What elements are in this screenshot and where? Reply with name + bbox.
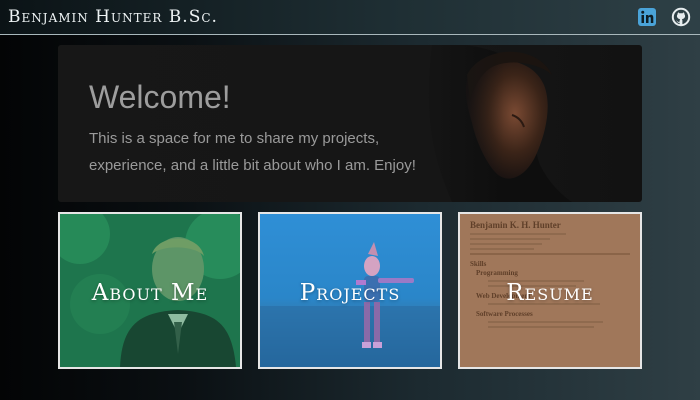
resume-line xyxy=(470,248,534,250)
resume-card[interactable]: Benjamin K. H. Hunter Skills Programming… xyxy=(458,212,642,369)
top-navbar: Benjamin Hunter B.Sc. xyxy=(0,0,700,35)
projects-label: Projects xyxy=(299,280,401,306)
resume-section-heading: Skills xyxy=(470,260,487,268)
about-me-label: About Me xyxy=(91,280,209,306)
hero-title: Welcome! xyxy=(89,79,231,115)
site-brand[interactable]: Benjamin Hunter B.Sc. xyxy=(8,7,218,27)
resume-line xyxy=(488,321,604,323)
resume-line xyxy=(470,243,542,245)
resume-section-heading: Software Processes xyxy=(476,310,533,318)
hero-description: This is a space for me to share my proje… xyxy=(89,130,416,174)
resume-line xyxy=(470,233,566,235)
resume-line xyxy=(470,238,550,240)
resume-section-heading: Programming xyxy=(476,269,518,277)
projects-card[interactable]: Projects xyxy=(258,212,442,369)
about-me-card[interactable]: About Me xyxy=(58,212,242,369)
resume-name: Benjamin K. H. Hunter xyxy=(470,220,561,230)
github-icon[interactable] xyxy=(671,7,691,27)
linkedin-icon[interactable] xyxy=(637,7,657,27)
welcome-hero: Welcome! This is a space for me to share… xyxy=(58,45,642,202)
resume-label: Resume xyxy=(506,280,594,306)
resume-divider xyxy=(470,253,630,255)
resume-line xyxy=(488,326,594,328)
